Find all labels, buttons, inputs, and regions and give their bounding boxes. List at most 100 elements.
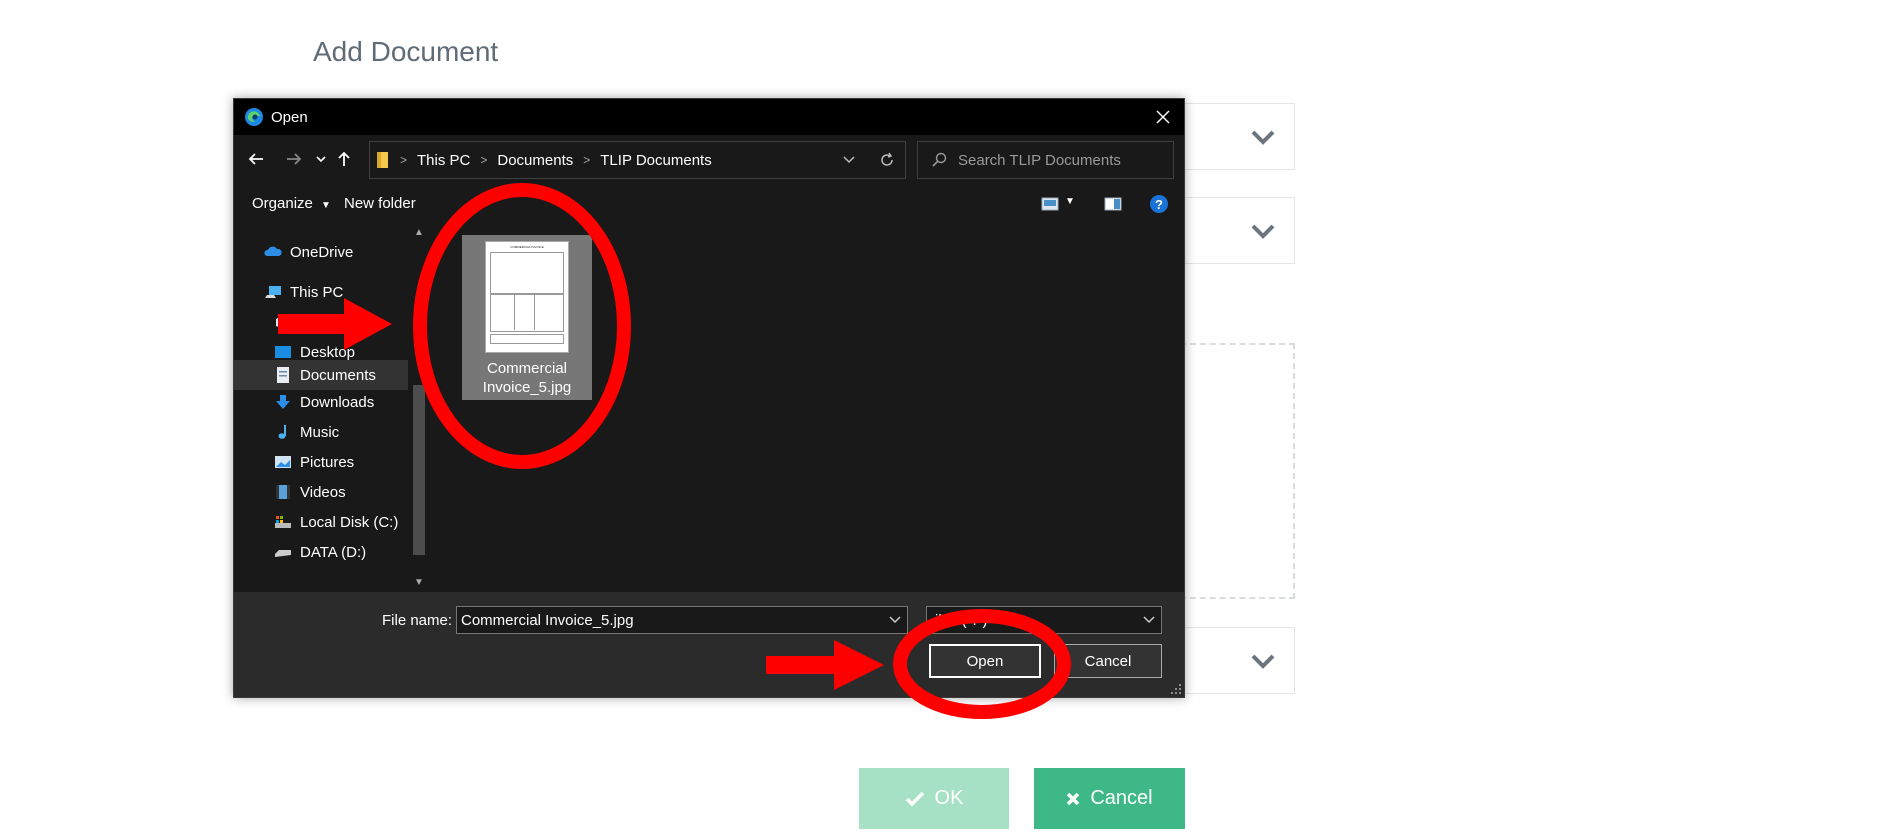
nav-item-downloads[interactable]: Downloads	[274, 391, 374, 413]
file-list-pane: COMMERCIAL INVOICE Commercial Invoice_5.…	[434, 225, 1184, 592]
dialog-footer: File name: Commercial Invoice_5.jpg iles…	[234, 592, 1184, 697]
file-thumbnail: COMMERCIAL INVOICE	[485, 241, 569, 353]
check-icon	[905, 791, 924, 806]
close-button[interactable]	[1152, 106, 1174, 128]
navigation-pane: OneDrive This PC Desktop Documents Downl…	[234, 225, 434, 592]
ok-button[interactable]: OK	[859, 768, 1009, 829]
nav-label-desktop: Desktop	[300, 343, 356, 361]
nav-item-local-disk[interactable]: Local Disk (C:)	[274, 511, 398, 533]
scroll-up-icon[interactable]: ▲	[414, 227, 424, 238]
dialog-toolbar: Organize ▼ New folder ▼ ?	[234, 183, 1184, 225]
chevron-down-icon	[1251, 654, 1275, 669]
3d-objects-icon	[276, 315, 290, 329]
chevron-down-icon	[1251, 130, 1275, 145]
file-name-input[interactable]: Commercial Invoice_5.jpg	[456, 606, 908, 634]
open-button[interactable]: Open	[929, 644, 1041, 678]
downloads-icon	[276, 395, 290, 409]
nav-label-local-disk: Local Disk (C:)	[300, 513, 399, 531]
forward-arrow-icon	[287, 153, 302, 165]
new-folder-button[interactable]: New folder	[344, 195, 416, 212]
nav-label-downloads: Downloads	[300, 393, 375, 411]
chevron-down-icon[interactable]	[889, 615, 901, 625]
refresh-icon[interactable]	[879, 152, 895, 168]
thumb-title: COMMERCIAL INVOICE	[510, 245, 544, 249]
x-icon	[1067, 792, 1080, 805]
nav-label-onedrive: OneDrive	[290, 243, 354, 261]
this-pc-icon	[265, 286, 281, 298]
address-bar[interactable]: > This PC > Documents > TLIP Documents	[369, 141, 906, 179]
breadcrumb-documents[interactable]: Documents	[497, 152, 573, 169]
scroll-down-icon[interactable]: ▼	[414, 577, 424, 588]
search-placeholder: Search TLIP Documents	[958, 151, 1121, 169]
nav-item-documents[interactable]: Documents	[274, 364, 376, 386]
onedrive-icon	[264, 246, 282, 256]
caret-down-icon: ▼	[321, 200, 331, 211]
page-title: Add Document	[313, 36, 499, 67]
view-options-icon[interactable]	[1041, 197, 1059, 211]
view-options-caret-icon[interactable]: ▼	[1065, 196, 1075, 207]
breadcrumb-separator: >	[480, 153, 488, 167]
nav-label-data-drive: DATA (D:)	[300, 543, 367, 561]
file-type-select[interactable]: iles (*.*)	[926, 606, 1162, 634]
resize-grip-icon[interactable]	[1170, 683, 1182, 695]
pictures-icon	[275, 456, 291, 468]
help-icon[interactable]: ?	[1149, 194, 1169, 214]
file-type-value: iles (*.*)	[935, 611, 988, 629]
desktop-icon	[275, 346, 291, 358]
recent-locations-button[interactable]	[311, 149, 331, 169]
breadcrumb-this-pc[interactable]: This PC	[417, 152, 470, 169]
chevron-down-icon	[316, 156, 326, 163]
svg-text:?: ?	[1155, 197, 1163, 212]
nav-label-this-pc: This PC	[290, 283, 344, 301]
navigation-bar: > This PC > Documents > TLIP Documents S…	[234, 135, 1184, 183]
cancel-button[interactable]: Cancel	[1034, 768, 1185, 829]
organize-menu[interactable]: Organize ▼	[252, 195, 331, 212]
nav-label-music: Music	[300, 423, 340, 441]
address-dropdown-icon[interactable]	[843, 156, 855, 164]
nav-label-videos: Videos	[300, 483, 346, 501]
back-arrow-icon	[248, 153, 263, 165]
forward-button[interactable]	[284, 149, 304, 169]
file-name-line-1: Commercial	[486, 360, 567, 377]
back-button[interactable]	[246, 149, 266, 169]
up-arrow-icon	[338, 151, 350, 166]
local-disk-icon	[275, 516, 291, 528]
close-icon	[1156, 110, 1170, 124]
music-icon	[278, 425, 286, 439]
chevron-down-icon	[1143, 616, 1155, 624]
organize-label: Organize	[252, 195, 313, 212]
nav-item-data-drive[interactable]: DATA (D:)	[274, 541, 366, 563]
dialog-cancel-button[interactable]: Cancel	[1054, 644, 1162, 678]
up-button[interactable]	[334, 149, 354, 169]
file-name-label: Commercial Invoice_5.jpg	[483, 359, 571, 397]
nav-item-this-pc[interactable]: This PC	[264, 281, 343, 303]
breadcrumb-tlip-documents[interactable]: TLIP Documents	[600, 152, 711, 169]
breadcrumb-separator: >	[400, 153, 408, 167]
nav-item-videos[interactable]: Videos	[274, 481, 346, 503]
folder-icon	[377, 152, 388, 168]
file-name-value: Commercial Invoice_5.jpg	[461, 611, 634, 629]
cancel-button-label: Cancel	[1090, 787, 1153, 809]
nav-item-music[interactable]: Music	[274, 421, 339, 443]
chevron-down-icon	[1251, 224, 1275, 239]
scroll-thumb[interactable]	[413, 385, 425, 555]
nav-item-3d-objects[interactable]	[274, 311, 300, 333]
dialog-title: Open	[271, 108, 308, 126]
nav-label-documents: Documents	[300, 366, 376, 384]
search-input[interactable]: Search TLIP Documents	[917, 141, 1174, 179]
ok-button-label: OK	[934, 787, 964, 809]
dialog-titlebar: Open	[234, 99, 1184, 135]
nav-item-desktop[interactable]: Desktop	[274, 341, 355, 363]
search-icon	[932, 152, 947, 167]
videos-icon	[276, 485, 290, 499]
nav-item-pictures[interactable]: Pictures	[274, 451, 354, 473]
nav-pane-scrollbar[interactable]: ▲ ▼	[410, 225, 428, 592]
open-file-dialog: Open > This PC > Documents > TLIP Docume…	[233, 98, 1185, 698]
file-drop-zone[interactable]	[1180, 343, 1295, 599]
documents-icon	[277, 367, 289, 383]
nav-item-onedrive[interactable]: OneDrive	[264, 241, 353, 263]
file-name-field-label: File name:	[382, 612, 453, 629]
edge-browser-icon	[245, 108, 263, 126]
file-item-selected[interactable]: COMMERCIAL INVOICE Commercial Invoice_5.…	[462, 235, 592, 400]
preview-pane-icon[interactable]	[1104, 197, 1122, 211]
